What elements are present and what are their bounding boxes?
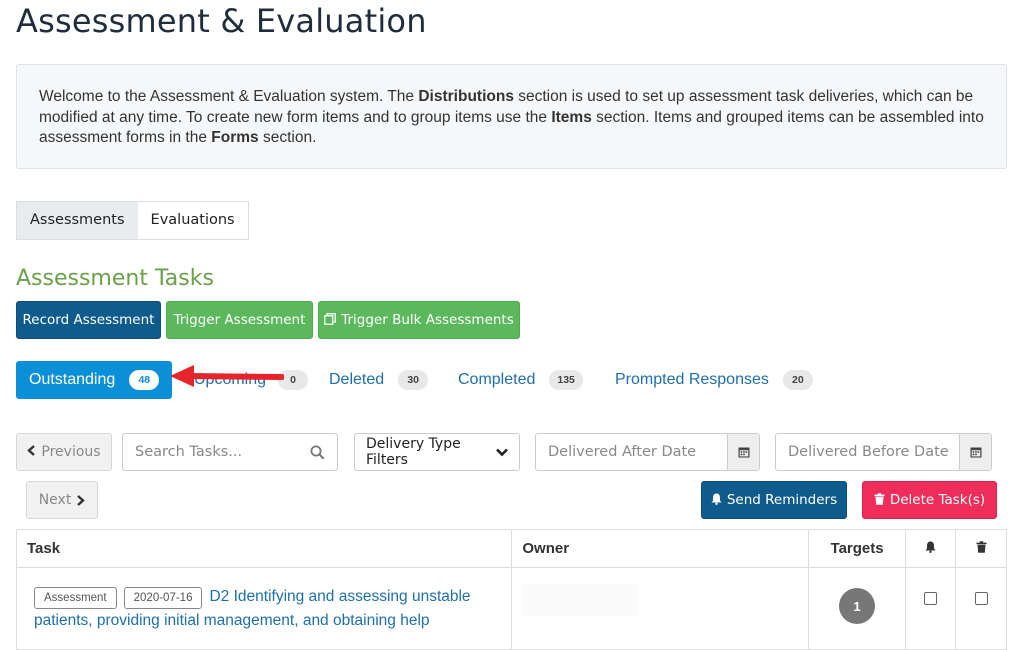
tab-deleted-label: Deleted [329, 371, 385, 388]
bell-icon [711, 493, 722, 508]
delete-cell [955, 567, 1007, 650]
task-date-badge: 2020-07-16 [123, 587, 203, 609]
info-panel: Welcome to the Assessment & Evaluation s… [16, 64, 1007, 169]
task-cell: Assessment 2020-07-16 D2 Identifying and a… [15, 567, 513, 650]
type-tabs: Assessments Evaluations [16, 201, 249, 240]
delivered-after-placeholder: Delivered After Date [548, 444, 697, 460]
record-assessment-button[interactable]: Record Assessment [16, 301, 161, 339]
chevron-left-icon [27, 445, 36, 459]
delete-checkbox[interactable] [974, 592, 988, 605]
annotation-arrow-icon [170, 365, 284, 387]
tab-prompted-responses-label: Prompted Responses [615, 371, 769, 388]
calendar-icon[interactable] [959, 434, 991, 470]
previous-button[interactable]: Previous [16, 433, 112, 471]
count-badge: 20 [782, 370, 813, 390]
tab-outstanding[interactable]: Outstanding 48 [16, 361, 173, 399]
reminder-cell [905, 567, 956, 650]
count-badge: 48 [129, 370, 160, 390]
column-header-targets[interactable]: Targets [808, 529, 907, 568]
tab-assessments[interactable]: Assessments [17, 202, 138, 239]
copy-icon [324, 312, 337, 328]
trigger-bulk-assessments-button[interactable]: Trigger Bulk Assessments [318, 301, 520, 339]
tab-prompted-responses[interactable]: Prompted Responses 20 [615, 361, 813, 399]
page-title: Assessment & Evaluation [16, 2, 427, 40]
targets-count-badge[interactable]: 1 [839, 588, 876, 624]
delete-tasks-label: Delete Task(s) [889, 492, 986, 508]
next-button[interactable]: Next [26, 481, 98, 519]
info-bold-distributions: Distributions [418, 88, 514, 105]
table-row[interactable]: Assessment 2020-07-16 D2 Identifying and a… [15, 567, 1007, 650]
chevron-down-icon [496, 448, 508, 457]
tab-outstanding-label: Outstanding [29, 371, 116, 388]
delivered-before-placeholder: Delivered Before Date [788, 444, 949, 460]
search-placeholder: Search Tasks... [135, 444, 243, 460]
tab-completed[interactable]: Completed 135 [458, 361, 583, 399]
previous-label: Previous [41, 444, 101, 460]
info-text: section. [258, 129, 317, 146]
owner-value [522, 584, 639, 616]
owner-cell [511, 567, 810, 650]
delivered-after-date-input[interactable]: Delivered After Date [535, 433, 760, 471]
delivery-type-filters-dropdown[interactable]: Delivery Type Filters [354, 433, 520, 471]
column-header-task[interactable]: Task [15, 529, 513, 568]
bell-icon [925, 541, 936, 553]
tasks-table: Task Owner Targets Assessment 2020-07-16 D… [15, 529, 1007, 650]
delivered-before-date-input[interactable]: Delivered Before Date [775, 433, 992, 471]
trigger-assessment-label: Trigger Assessment [173, 312, 306, 328]
trash-icon [976, 541, 986, 553]
column-header-owner[interactable]: Owner [511, 529, 810, 568]
count-badge: 135 [549, 370, 583, 390]
send-reminders-button[interactable]: Send Reminders [701, 481, 847, 519]
record-assessment-label: Record Assessment [22, 312, 155, 328]
task-type-badge: Assessment [34, 587, 117, 609]
send-reminders-label: Send Reminders [726, 492, 838, 508]
info-text: Welcome to the Assessment & Evaluation s… [39, 88, 419, 105]
reminder-checkbox[interactable] [924, 592, 938, 605]
search-input[interactable]: Search Tasks... [122, 433, 338, 471]
section-title: Assessment Tasks [16, 266, 214, 291]
delete-tasks-button[interactable]: Delete Task(s) [862, 481, 997, 519]
table-header-row: Task Owner Targets [15, 529, 1007, 568]
info-bold-items: Items [551, 108, 592, 126]
trigger-bulk-assessments-label: Trigger Bulk Assessments [341, 312, 514, 328]
tab-completed-label: Completed [458, 371, 536, 388]
trigger-assessment-button[interactable]: Trigger Assessment [166, 301, 313, 339]
info-bold-forms: Forms [211, 129, 259, 146]
delivery-type-filters-label: Delivery Type Filters [366, 436, 461, 468]
trash-icon [874, 492, 885, 508]
search-icon [310, 445, 325, 460]
targets-cell: 1 [808, 567, 907, 650]
column-header-reminder [905, 529, 956, 568]
tab-deleted[interactable]: Deleted 30 [329, 361, 429, 399]
count-badge: 30 [398, 370, 429, 390]
calendar-icon[interactable] [727, 434, 759, 470]
tab-evaluations[interactable]: Evaluations [137, 202, 248, 239]
column-header-delete [955, 529, 1007, 568]
chevron-right-icon [76, 494, 86, 506]
next-label: Next [38, 492, 72, 508]
